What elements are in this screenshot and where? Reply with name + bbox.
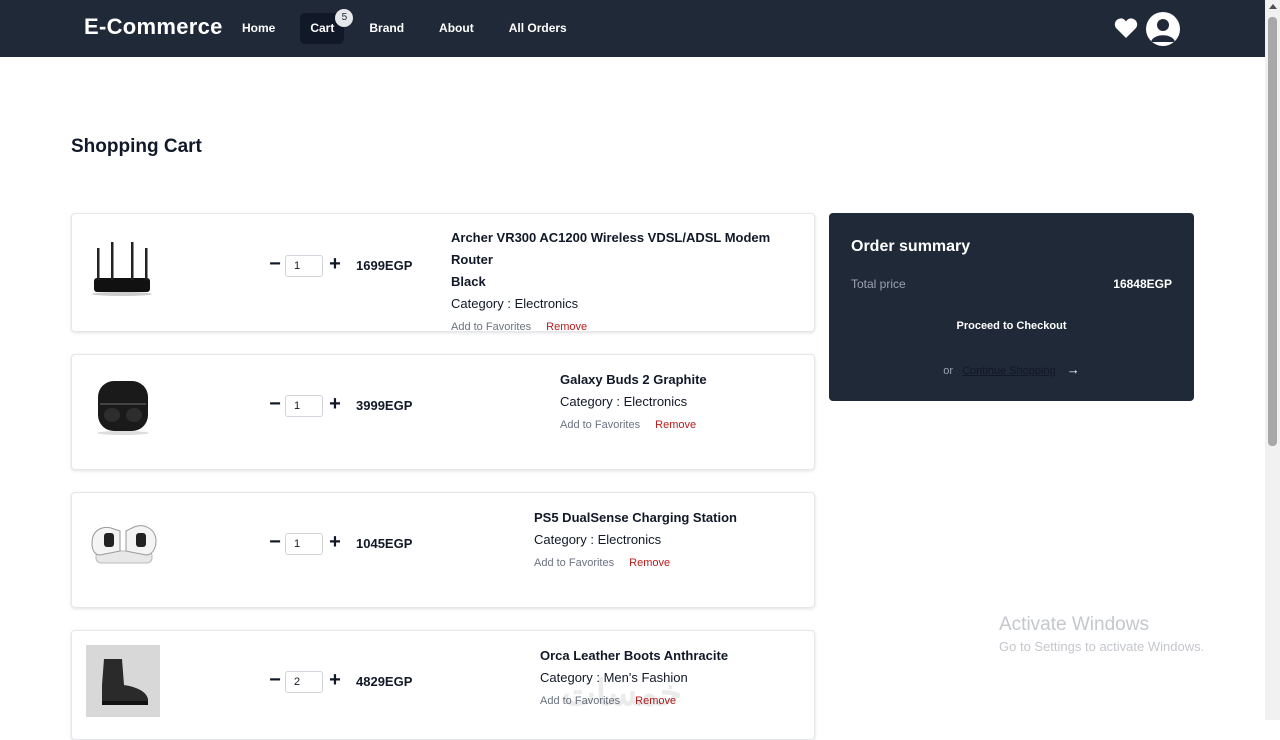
qty-input[interactable]: 2 xyxy=(285,671,323,693)
cart-item: − 1 + 3999EGP Galaxy Buds 2 Graphite Cat… xyxy=(71,354,815,470)
item-price: 3999EGP xyxy=(356,398,413,413)
item-info: Galaxy Buds 2 Graphite Category : Electr… xyxy=(560,369,707,432)
item-name: Galaxy Buds 2 Graphite xyxy=(560,372,707,387)
continue-shopping-row: or Continue Shopping → xyxy=(829,362,1194,377)
cart-item: − 2 + 4829EGP Orca Leather Boots Anthrac… xyxy=(71,630,815,740)
qty-increase-button[interactable]: + xyxy=(327,394,343,414)
add-to-favorites-link[interactable]: Add to Favorites xyxy=(560,419,640,431)
item-category: Category : Electronics xyxy=(534,532,662,547)
remove-item-link[interactable]: Remove xyxy=(629,557,670,569)
item-name: Orca Leather Boots Anthracite xyxy=(540,648,729,663)
activate-title: Activate Windows xyxy=(999,614,1149,635)
top-navbar: E-Commerce Home Cart 5 Brand About All O… xyxy=(0,0,1265,57)
scroll-thumb[interactable] xyxy=(1268,17,1277,446)
arrow-right-icon[interactable]: → xyxy=(1067,362,1080,377)
item-name: Archer VR300 AC1200 Wireless VDSL/ADSL M… xyxy=(451,230,771,267)
proceed-to-checkout-button[interactable]: Proceed to Checkout xyxy=(829,320,1194,332)
user-avatar-icon[interactable] xyxy=(1146,12,1180,46)
add-to-favorites-link[interactable]: Add to Favorites xyxy=(451,321,531,333)
qty-input[interactable]: 1 xyxy=(285,533,323,555)
nav-cart[interactable]: Cart 5 xyxy=(300,9,354,44)
or-label: or xyxy=(943,365,954,377)
qty-increase-button[interactable]: + xyxy=(327,670,343,690)
qty-increase-button[interactable]: + xyxy=(327,254,343,274)
item-category: Category : Electronics xyxy=(560,394,688,409)
nav-all-orders[interactable]: All Orders xyxy=(499,13,577,44)
boot-image xyxy=(86,645,160,717)
windows-activation-notice: Activate Windows Go to Settings to activ… xyxy=(999,614,1204,654)
item-price: 1699EGP xyxy=(356,258,413,273)
scroll-up-arrow-icon[interactable] xyxy=(1269,4,1277,9)
qty-decrease-button[interactable]: − xyxy=(267,394,283,414)
remove-item-link[interactable]: Remove xyxy=(546,321,587,333)
qty-input[interactable]: 1 xyxy=(285,255,323,277)
nav-home[interactable]: Home xyxy=(232,13,285,44)
activate-subtitle: Go to Settings to activate Windows. xyxy=(999,639,1205,654)
order-summary-panel: Order summary Total price 16848EGP Proce… xyxy=(829,213,1194,401)
nav-about[interactable]: About xyxy=(429,13,484,44)
qty-increase-button[interactable]: + xyxy=(327,532,343,552)
heart-icon[interactable] xyxy=(1114,17,1138,39)
order-summary-title: Order summary xyxy=(851,238,971,255)
cart-item: − 1 + 1045EGP PS5 DualSense Charging Sta… xyxy=(71,492,815,608)
nav-brand[interactable]: Brand xyxy=(359,13,414,44)
nav-links: Home Cart 5 Brand About All Orders xyxy=(232,9,592,44)
item-actions: Add to Favorites Remove xyxy=(534,556,737,570)
item-price: 1045EGP xyxy=(356,536,413,551)
item-info: PS5 DualSense Charging Station Category … xyxy=(534,507,737,570)
item-price: 4829EGP xyxy=(356,674,413,689)
router-image xyxy=(92,242,152,296)
total-price-label: Total price xyxy=(851,277,906,291)
remove-item-link[interactable]: Remove xyxy=(655,419,696,431)
item-name: PS5 DualSense Charging Station xyxy=(534,510,737,525)
nav-cart-label: Cart xyxy=(310,21,335,35)
item-actions: Add to Favorites Remove xyxy=(560,418,707,432)
item-info: Archer VR300 AC1200 Wireless VDSL/ADSL M… xyxy=(451,227,814,334)
continue-shopping-link[interactable]: Continue Shopping xyxy=(962,365,1056,377)
item-name-line2: Black xyxy=(451,274,486,289)
earbuds-image xyxy=(97,381,149,435)
controller-charger-image xyxy=(91,525,157,564)
page-title: Shopping Cart xyxy=(71,136,202,157)
add-to-favorites-link[interactable]: Add to Favorites xyxy=(534,557,614,569)
brand-logo[interactable]: E-Commerce xyxy=(84,14,223,40)
cart-item: − 1 + 1699EGP Archer VR300 AC1200 Wirele… xyxy=(71,213,815,334)
cart-count-badge: 5 xyxy=(335,9,354,27)
qty-input[interactable]: 1 xyxy=(285,395,323,417)
page-scrollbar[interactable] xyxy=(1265,0,1280,720)
qty-decrease-button[interactable]: − xyxy=(267,670,283,690)
qty-decrease-button[interactable]: − xyxy=(267,254,283,274)
total-price-value: 16848EGP xyxy=(1113,277,1172,291)
qty-decrease-button[interactable]: − xyxy=(267,532,283,552)
item-actions: Add to Favorites Remove xyxy=(451,320,814,334)
watermark: خمسات xyxy=(562,672,683,713)
item-category: Category : Electronics xyxy=(451,296,579,311)
